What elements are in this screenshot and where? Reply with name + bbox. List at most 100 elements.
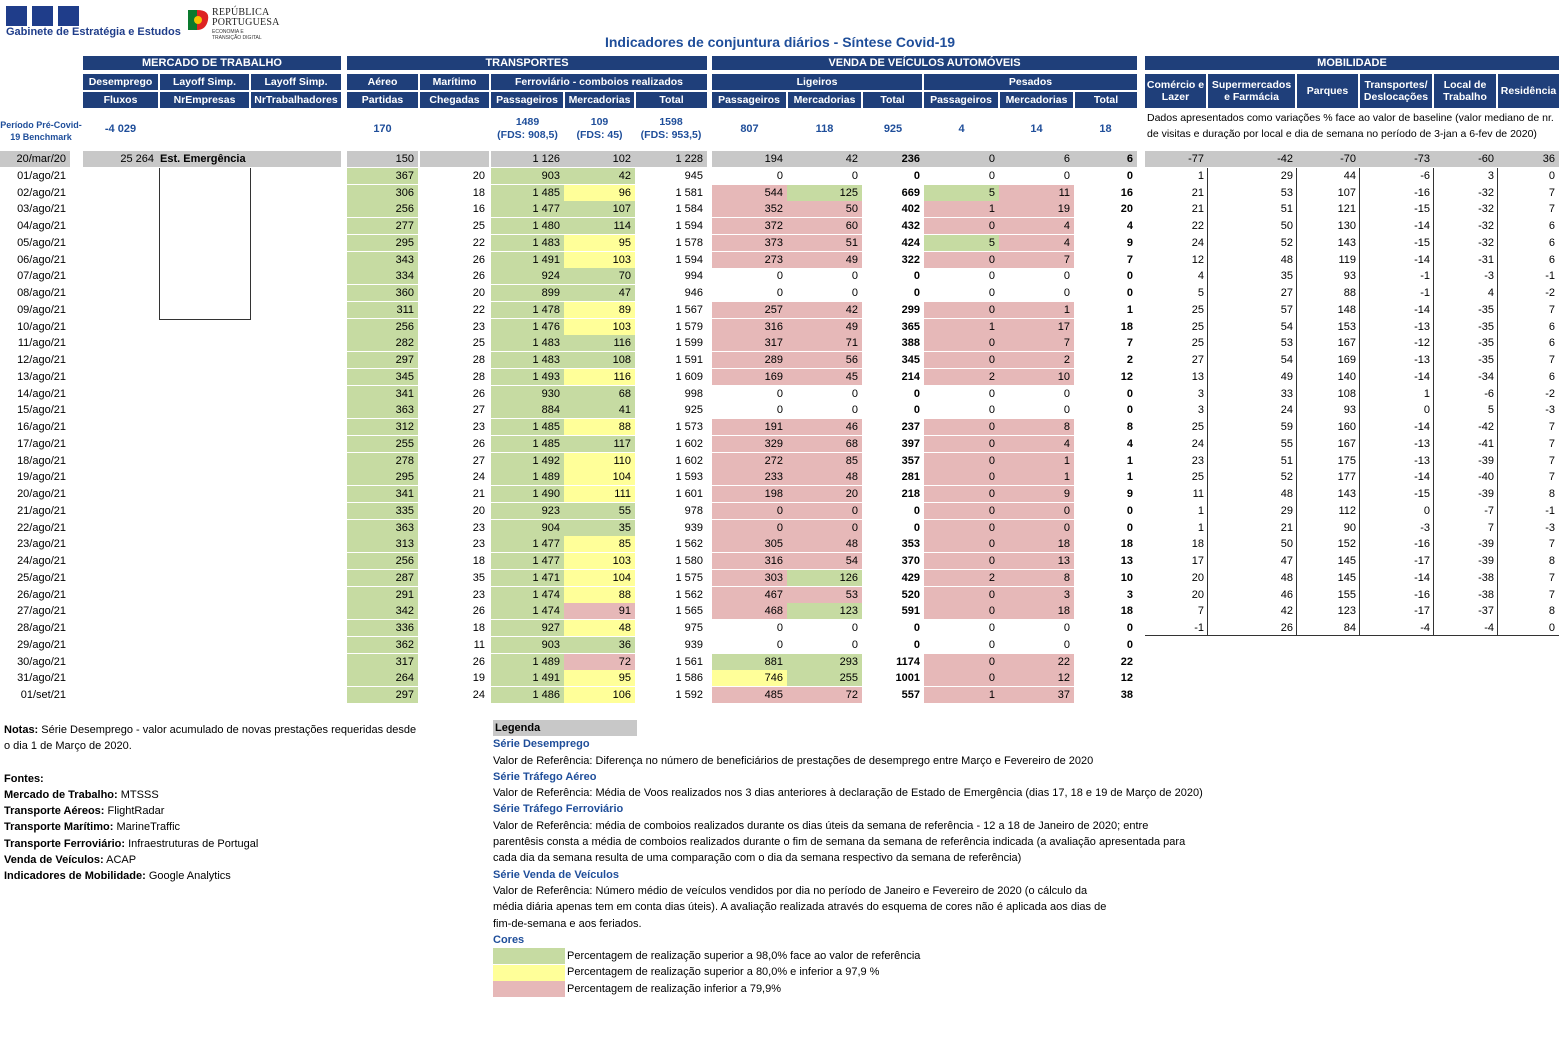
ref-row-desemprego: 25 264 — [120, 153, 154, 165]
row-lig-passageiros: 352 — [712, 201, 787, 217]
ref-row-mob: -60 — [1478, 153, 1494, 165]
row-pes-total: 0 — [1126, 505, 1133, 517]
row-date: 31/ago/21 — [17, 672, 66, 684]
ref-row-aereo: 150 — [395, 153, 414, 165]
row-lig-passageiros: 233 — [712, 469, 787, 485]
legend-color-yellow: Percentagem de realização superior a 80,… — [493, 964, 1213, 981]
row-lig-passageiros: 273 — [712, 252, 787, 268]
row-lig-total: 402 — [901, 203, 920, 215]
row-pes-total: 3 — [1126, 589, 1133, 601]
row-mobilidade: 7 — [1548, 438, 1555, 450]
row-maritimo: 28 — [472, 354, 485, 366]
row-mobilidade: -32 — [1478, 237, 1494, 249]
row-mobilidade: 25 — [1191, 421, 1204, 433]
grid-line — [1145, 635, 1559, 636]
row-aereo: 264 — [347, 670, 418, 686]
ref-row-lig-merc: 42 — [845, 153, 858, 165]
row-mobilidade: 6 — [1548, 371, 1555, 383]
row-mobilidade: 7 — [1548, 589, 1555, 601]
row-mobilidade: -14 — [1414, 471, 1430, 483]
row-mobilidade: -3 — [1420, 522, 1430, 534]
row-mobilidade: 7 — [1548, 187, 1555, 199]
row-pes-mercadorias: 0 — [1063, 622, 1070, 634]
row-mobilidade: 112 — [1338, 505, 1356, 517]
row-pes-mercadorias: 18 — [999, 603, 1074, 619]
row-maritimo: 18 — [472, 555, 485, 567]
header-transportes-deslocacoes: Transportes/ Deslocações — [1360, 74, 1432, 108]
row-maritimo: 28 — [472, 371, 485, 383]
row-mobilidade: 7 — [1548, 471, 1555, 483]
row-pes-passageiros: 0 — [988, 622, 995, 634]
row-lig-total: 0 — [913, 270, 920, 282]
row-mobilidade: -2 — [1545, 388, 1555, 400]
row-date: 10/ago/21 — [17, 321, 66, 333]
ref-row-ferro-total: 1 228 — [675, 153, 703, 165]
row-mobilidade: 7 — [1548, 538, 1555, 550]
row-aereo: 306 — [347, 185, 418, 201]
row-mobilidade: -32 — [1478, 220, 1494, 232]
row-mobilidade: -3 — [1545, 522, 1555, 534]
row-pes-mercadorias: 0 — [999, 503, 1074, 519]
header-lig-passageiros: Passageiros — [712, 92, 786, 108]
row-mobilidade: 6 — [1548, 321, 1555, 333]
row-date: 23/ago/21 — [17, 538, 66, 550]
row-mobilidade: 53 — [1280, 337, 1293, 349]
row-lig-total: 370 — [901, 555, 920, 567]
row-ferro-mercadorias: 42 — [564, 168, 635, 184]
row-ferro-passageiros: 1 477 — [491, 553, 564, 569]
row-ferro-passageiros: 1 493 — [491, 369, 564, 385]
row-lig-mercadorias: 48 — [787, 536, 862, 552]
row-date: 18/ago/21 — [17, 455, 66, 467]
row-pes-passageiros: 0 — [988, 639, 995, 651]
ref-row-lig-total: 236 — [901, 153, 920, 165]
row-date: 12/ago/21 — [17, 354, 66, 366]
row-lig-mercadorias: 0 — [787, 503, 862, 519]
row-mobilidade: -15 — [1414, 488, 1430, 500]
header-ferro-passageiros: Passageiros — [491, 92, 563, 108]
mobility-note: Dados apresentados como variações % face… — [1147, 112, 1554, 140]
row-mobilidade: 121 — [1337, 203, 1356, 215]
row-pes-total: 16 — [1120, 187, 1133, 199]
row-mobilidade: -1 — [1545, 505, 1555, 517]
row-maritimo: 24 — [472, 471, 485, 483]
row-mobilidade: -16 — [1414, 589, 1430, 601]
row-date: 03/ago/21 — [17, 203, 66, 215]
row-lig-total: 365 — [901, 321, 920, 333]
row-lig-mercadorias: 50 — [787, 201, 862, 217]
row-mobilidade: 52 — [1280, 471, 1293, 483]
notes-text: Notas: Série Desemprego - valor acumulad… — [4, 724, 417, 753]
row-ferro-passageiros: 903 — [491, 168, 564, 184]
row-pes-mercadorias: 0 — [1063, 170, 1070, 182]
row-lig-mercadorias: 0 — [851, 404, 858, 416]
row-ferro-total: 994 — [684, 270, 703, 282]
row-lig-total: 432 — [901, 220, 920, 232]
row-date: 08/ago/21 — [17, 287, 66, 299]
row-mobilidade: 7 — [1548, 572, 1555, 584]
row-lig-total: 353 — [901, 538, 920, 550]
row-mobilidade: -37 — [1478, 605, 1494, 617]
row-ferro-passageiros: 904 — [491, 520, 564, 536]
row-date: 27/ago/21 — [17, 605, 66, 617]
row-pes-total: 1 — [1126, 471, 1133, 483]
row-lig-total: 388 — [901, 337, 920, 349]
row-maritimo: 20 — [472, 170, 485, 182]
row-maritimo: 26 — [472, 254, 485, 266]
row-mobilidade: 26 — [1280, 622, 1293, 634]
row-mobilidade: 27 — [1280, 287, 1293, 299]
row-pes-passageiros: 0 — [924, 603, 999, 619]
row-lig-passageiros: 272 — [712, 453, 787, 469]
row-pes-mercadorias: 0 — [1063, 270, 1070, 282]
source-item: Transporte Marítimo: MarineTraffic — [4, 821, 181, 834]
sources-list: Mercado de Trabalho: MTSSS Transporte Aér… — [4, 787, 424, 885]
row-lig-mercadorias: 20 — [787, 486, 862, 502]
row-aereo: 363 — [347, 402, 418, 418]
row-ferro-mercadorias: 55 — [564, 503, 635, 519]
row-ferro-total: 1 584 — [675, 203, 703, 215]
benchmark-desemprego: -4 029 — [104, 123, 137, 135]
row-aereo: 362 — [347, 637, 418, 653]
row-mobilidade: -35 — [1478, 337, 1494, 349]
row-pes-passageiros: 1 — [924, 201, 999, 217]
header-pes-passageiros: Passageiros — [924, 92, 998, 108]
row-mobilidade: 84 — [1343, 622, 1356, 634]
row-ferro-passageiros: 1 474 — [491, 587, 564, 603]
